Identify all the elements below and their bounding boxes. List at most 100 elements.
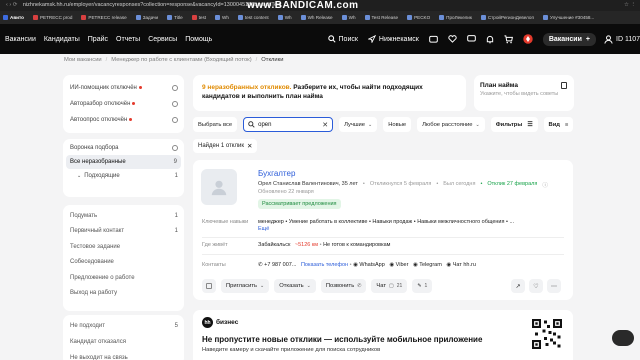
breadcrumb-my-vacancies[interactable]: Мои вакансии [64, 57, 102, 63]
resume-title[interactable]: Бухгалтер [258, 169, 295, 178]
tariff-button[interactable] [429, 35, 438, 43]
bookmark-item[interactable]: ПроЛекелик [439, 15, 472, 20]
nav-item[interactable]: Помощь [185, 36, 212, 43]
whatsapp-link[interactable]: WhatsApp [359, 262, 384, 268]
chevron-down-icon[interactable]: ⌄ [77, 173, 81, 179]
sidebar-stage-item[interactable]: Первичный контакт 1 [63, 224, 184, 240]
favorite-button[interactable]: ♡ [529, 279, 543, 293]
ai-assistant-setting[interactable]: ИИ-помощник отключён [63, 80, 184, 96]
breadcrumb-vacancy[interactable]: Менеджер по работе с клиентами (Входящий… [111, 57, 251, 63]
select-checkbox[interactable] [202, 279, 216, 293]
shopping-cart-button[interactable] [504, 34, 513, 44]
auto-survey-setting[interactable]: Автоопрос отключён [63, 112, 184, 128]
filters-button[interactable]: Фильтры ☰ [490, 117, 538, 132]
bookmark-label: Wh Release [307, 15, 333, 20]
settings-icon[interactable] [172, 85, 178, 91]
select-all-button[interactable]: Выбрать все [193, 117, 238, 132]
search-button[interactable]: Поиск [327, 35, 358, 43]
chat-button[interactable]: Чат ▢ 21 [371, 279, 408, 293]
browser-toolbar-icons[interactable]: ☆ ⋮ [624, 0, 636, 11]
auto-sort-setting[interactable]: Авторазбор отключён [63, 96, 184, 112]
nav-item[interactable]: Отчеты [116, 36, 140, 43]
messages-button[interactable] [467, 35, 476, 43]
reject-button[interactable]: Отказать ⌄ [274, 279, 316, 293]
sort-best-dropdown[interactable]: Лучшие ⌄ [339, 117, 378, 132]
bookmark-item[interactable]: Задачи [135, 15, 158, 20]
online-status: Был сегодня [443, 181, 476, 187]
support-chat-bubble[interactable] [612, 330, 634, 346]
sidebar-stage-item[interactable]: Кандидат отказался [63, 334, 184, 350]
bookmark-item[interactable]: Wh [215, 15, 229, 20]
bookmark-item[interactable]: PECKO [407, 15, 430, 20]
sidebar-stage-item[interactable]: Тестовое задание [63, 239, 184, 255]
avatar[interactable] [201, 169, 237, 205]
sidebar-stage-item[interactable]: Не подходит 5 [63, 318, 184, 334]
hh-chat-link[interactable]: Чат hh.ru [453, 262, 476, 268]
user-icon[interactable] [604, 34, 613, 44]
bookmark-item[interactable]: Улучшение #30458... [542, 15, 594, 20]
sidebar-stage-item[interactable]: Собеседование [63, 255, 184, 271]
search-input[interactable]: open ✕ [243, 117, 334, 132]
skills-more-link[interactable]: Ещё [258, 226, 269, 232]
settings-icon[interactable] [172, 145, 178, 151]
found-chip[interactable]: Найден 1 отклик ✕ [193, 139, 258, 153]
telegram-link[interactable]: Telegram [419, 262, 442, 268]
nav-item[interactable]: Вакансии [5, 36, 36, 43]
sidebar-stage-item[interactable]: Не выходит на связь [63, 350, 184, 360]
distance-dropdown[interactable]: Любое расстояние ⌄ [417, 117, 485, 132]
comments-button[interactable]: ✎ 1 [412, 279, 433, 293]
hiring-plan-card[interactable]: План найма Укажите, чтобы видеть советы [474, 75, 574, 111]
invite-button[interactable]: Пригласить ⌄ [221, 279, 270, 293]
bookmark-item[interactable]: test content [237, 15, 269, 20]
bookmark-item[interactable]: Wh [277, 15, 292, 20]
search-label: Поиск [338, 35, 358, 43]
bookmark-item[interactable]: test [191, 15, 206, 20]
bookmark-item[interactable]: СтройРегионДевелоп [480, 15, 534, 20]
nav-item[interactable]: Прайс [88, 36, 108, 43]
bookmark-item[interactable]: Wh Release [300, 15, 333, 20]
employer-id[interactable]: ID 1107 [616, 36, 640, 43]
separator-dot: • [349, 262, 352, 268]
city-selector[interactable]: Нижнекамск [367, 35, 419, 43]
stages-panel: Подумать 1 Первичный контакт 1 Тестовое зада… [63, 205, 184, 311]
bookmark-item[interactable]: Авито [3, 15, 24, 20]
show-phone-link[interactable]: Показать телефон [301, 262, 348, 268]
stage-label: Первичный контакт [70, 228, 125, 235]
view-button[interactable]: Вид ≡ [543, 117, 574, 132]
funnel-item-suitable[interactable]: ⌄ Подходящие 1 [63, 169, 184, 183]
banner-highlight: 9 неразобранных откликов. [202, 84, 292, 91]
brand-badge[interactable] [523, 34, 533, 44]
chat-label: Чат [376, 283, 387, 289]
call-button[interactable]: Позвонить ✆ [320, 279, 367, 293]
favorites-button[interactable] [448, 35, 457, 43]
share-button[interactable]: ↗ [511, 279, 525, 293]
sidebar-stage-item[interactable]: Выход на работу [63, 286, 184, 302]
close-icon[interactable]: ✕ [247, 142, 252, 150]
bookmark-item[interactable]: PETRECC release [81, 15, 127, 20]
info-icon[interactable]: ⓘ [542, 181, 548, 189]
more-button[interactable]: ⋯ [547, 279, 561, 293]
vacancies-dropdown-button[interactable]: Вакансии + [542, 32, 596, 46]
back-forward-icons[interactable]: ‹ › ⟳ [6, 2, 17, 8]
response-actions: Пригласить ⌄ Отказать ⌄ Позвонить ✆ Чат ▢ 21 … [202, 279, 437, 293]
clear-search-icon[interactable]: ✕ [322, 121, 328, 129]
notifications-button[interactable] [486, 35, 494, 44]
funnel-item-unsorted[interactable]: Все неразобранные 9 [66, 155, 181, 169]
sidebar-stage-item[interactable]: Предложение о работе [63, 270, 184, 286]
nav-item[interactable]: Сервисы [148, 36, 177, 43]
breadcrumb: Мои вакансии / Менеджер по работе с клие… [64, 57, 287, 63]
bookmark-label: PETRECC release [88, 15, 127, 20]
viber-link[interactable]: Viber [396, 262, 409, 268]
bookmark-label: Wh [222, 15, 229, 20]
distance-value: ~5126 км [294, 242, 319, 248]
sidebar-stage-item[interactable]: Подумать 1 [63, 208, 184, 224]
nav-item[interactable]: Кандидаты [44, 36, 80, 43]
bookmark-item[interactable]: PETRECC prod [32, 15, 72, 20]
sort-new-button[interactable]: Новые [383, 117, 412, 132]
bookmark-item[interactable]: Test Release [364, 15, 398, 20]
response-date: Отклик 27 февраля [487, 181, 538, 187]
bookmark-item[interactable]: Title [167, 15, 183, 20]
settings-icon[interactable] [172, 101, 178, 107]
settings-icon[interactable] [172, 117, 178, 123]
bookmark-item[interactable]: Wh [341, 15, 356, 20]
